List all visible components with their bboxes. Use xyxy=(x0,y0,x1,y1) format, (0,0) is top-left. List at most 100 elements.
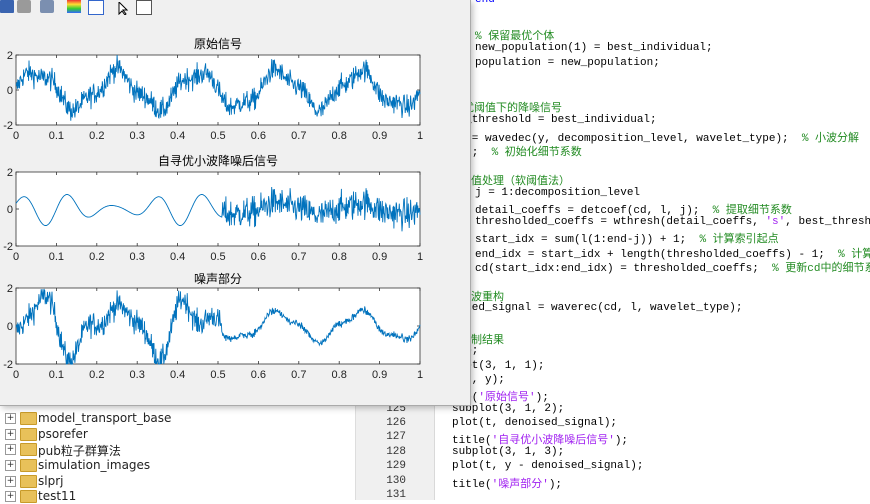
x-tick-label: 0.1 xyxy=(49,130,64,142)
code-string: 's' xyxy=(765,216,786,228)
code-comment: % 小波分解 xyxy=(801,133,860,145)
code-string: '噪声部分' xyxy=(491,479,549,491)
x-tick-label: 0.1 xyxy=(49,251,64,263)
code-line[interactable]: new_population(1) = best_individual; xyxy=(475,42,713,54)
plot-title: 原始信号 xyxy=(194,37,242,51)
code-text: title( xyxy=(452,479,492,491)
folder-icon xyxy=(20,459,37,472)
expand-icon[interactable]: + xyxy=(5,460,16,471)
x-tick-label: 0.2 xyxy=(89,130,104,142)
code-text: new_population(1) = best_individual; xyxy=(475,42,713,54)
code-line[interactable]: title('噪声部分'); xyxy=(452,475,562,491)
folder-item[interactable]: + model_transport_base xyxy=(0,410,355,426)
y-tick-label: -2 xyxy=(3,359,13,371)
folder-label: test11 xyxy=(38,489,77,503)
code-line[interactable]: oised_signal = waverec(cd, l, wavelet_ty… xyxy=(452,302,742,314)
x-tick-label: 0.4 xyxy=(170,369,185,381)
code-text: plot(t, denoised_signal); xyxy=(452,417,618,429)
code-line[interactable]: plot(t, y - denoised_signal); xyxy=(452,460,643,472)
x-tick-label: 0.2 xyxy=(89,251,104,263)
x-tick-label: 0 xyxy=(13,369,19,381)
code-text: plot(t, y - denoised_signal); xyxy=(452,460,644,472)
x-tick-label: 1 xyxy=(417,251,423,263)
folder-label: slprj xyxy=(38,474,64,488)
line-number: 128 xyxy=(386,446,406,458)
folder-label: simulation_images xyxy=(38,458,151,472)
x-tick-label: 0.2 xyxy=(89,369,104,381)
x-tick-label: 0 xyxy=(13,251,19,263)
code-line[interactable]: subplot(3, 1, 3); xyxy=(452,446,564,458)
expand-icon[interactable]: + xyxy=(5,429,16,440)
folder-icon xyxy=(20,490,37,503)
code-line[interactable]: 阈值处理（软阈值法） xyxy=(460,172,570,188)
code-text: j = 1:decomposition_level xyxy=(475,187,641,199)
folder-item[interactable]: + slprj xyxy=(0,473,355,489)
x-tick-label: 0.4 xyxy=(170,251,185,263)
code-line[interactable]: start_idx = sum(l(1:end-j)) + 1; % 计算索引起… xyxy=(475,230,779,246)
expand-icon[interactable]: + xyxy=(5,476,16,487)
y-tick-label: -2 xyxy=(3,241,13,253)
x-tick-label: 0.3 xyxy=(130,251,145,263)
line-number: 127 xyxy=(386,431,406,443)
folder-label: psorefer xyxy=(38,427,88,441)
code-line[interactable]: detail_coeffs = detcoef(cd, l, j); % 提取细… xyxy=(475,201,792,217)
folder-label: model_transport_base xyxy=(38,411,172,425)
figure-plots: 原始信号0 0.1 0.2 0.3 0.4 0.5 0.6 0.7 0.8 0.9 120-2自寻优… xyxy=(3,37,423,381)
x-tick-label: 0.1 xyxy=(49,369,64,381)
code-keyword: end xyxy=(475,0,495,6)
line-number: 130 xyxy=(386,475,406,487)
code-text: thresholded_coeffs = wthresh(detail_coef… xyxy=(475,216,766,228)
x-tick-label: 0.7 xyxy=(291,369,306,381)
code-line[interactable]: plot(t, denoised_signal); xyxy=(452,417,617,429)
code-line[interactable]: end xyxy=(475,0,495,6)
code-text: ); xyxy=(614,435,629,447)
code-comment: % 更新cd中的细节系数 xyxy=(772,263,870,275)
folder-item[interactable]: + simulation_images xyxy=(0,457,355,473)
folder-icon xyxy=(20,443,37,456)
folder-scrollbar[interactable] xyxy=(355,405,373,500)
folder-item[interactable]: + pub粒子群算法 xyxy=(0,441,355,458)
code-line[interactable]: population = new_population; xyxy=(475,57,660,69)
folder-item[interactable]: + test11 xyxy=(0,488,355,504)
x-tick-label: 0.4 xyxy=(170,130,185,142)
x-tick-label: 0 xyxy=(13,130,19,142)
x-tick-label: 0.8 xyxy=(332,369,347,381)
current-folder-panel[interactable]: + model_transport_base + psorefer + pub粒子群算法 +… xyxy=(0,405,355,503)
expand-icon[interactable]: + xyxy=(5,413,16,424)
x-tick-label: 0.6 xyxy=(251,251,266,263)
code-text: oised_signal = waverec(cd, l, wavelet_ty… xyxy=(452,302,743,314)
y-tick-label: 0 xyxy=(7,321,13,333)
line-number: 126 xyxy=(386,417,406,429)
x-tick-label: 0.6 xyxy=(251,369,266,381)
y-tick-label: 2 xyxy=(7,167,13,179)
x-tick-label: 1 xyxy=(417,369,423,381)
figure-window[interactable]: 原始信号 0 0.1 0.2 0.3 0.4 0.5 0.6 0.7 0.8 0.9 1 2 0 -2 自寻优… xyxy=(0,0,471,406)
y-tick-label: 2 xyxy=(7,283,13,295)
code-text: st_threshold = best_individual; xyxy=(452,114,657,126)
code-line[interactable]: = c; % 初始化细节系数 xyxy=(452,143,582,159)
code-line[interactable]: thresholded_coeffs = wthresh(detail_coef… xyxy=(475,216,870,228)
code-text: ); xyxy=(548,479,563,491)
line-number: 131 xyxy=(386,489,406,501)
expand-icon[interactable]: + xyxy=(5,444,16,455)
plot-title: 自寻优小波降噪后信号 xyxy=(158,154,278,168)
code-line[interactable]: % 保留最优个体 xyxy=(475,27,554,43)
line-number: 129 xyxy=(386,460,406,472)
x-tick-label: 0.9 xyxy=(372,369,387,381)
code-line[interactable]: j = 1:decomposition_level xyxy=(475,187,640,199)
expand-icon[interactable]: + xyxy=(5,491,16,502)
plot-title: 噪声部分 xyxy=(194,271,242,286)
y-tick-label: -2 xyxy=(3,120,13,132)
x-tick-label: 0.9 xyxy=(372,130,387,142)
x-tick-label: 0.5 xyxy=(210,130,225,142)
code-line[interactable]: cd(start_idx:end_idx) = thresholded_coef… xyxy=(475,259,870,275)
code-text: subplot(3, 1, 3); xyxy=(452,446,565,458)
x-tick-label: 0.3 xyxy=(130,369,145,381)
folder-item[interactable]: + psorefer xyxy=(0,426,355,442)
code-line[interactable]: title('自寻优小波降噪后信号'); xyxy=(452,431,628,447)
code-line[interactable]: st_threshold = best_individual; xyxy=(452,114,657,126)
folder-icon xyxy=(20,475,37,488)
folder-icon xyxy=(20,412,37,425)
folder-icon xyxy=(20,428,37,441)
y-tick-label: 0 xyxy=(7,85,13,97)
